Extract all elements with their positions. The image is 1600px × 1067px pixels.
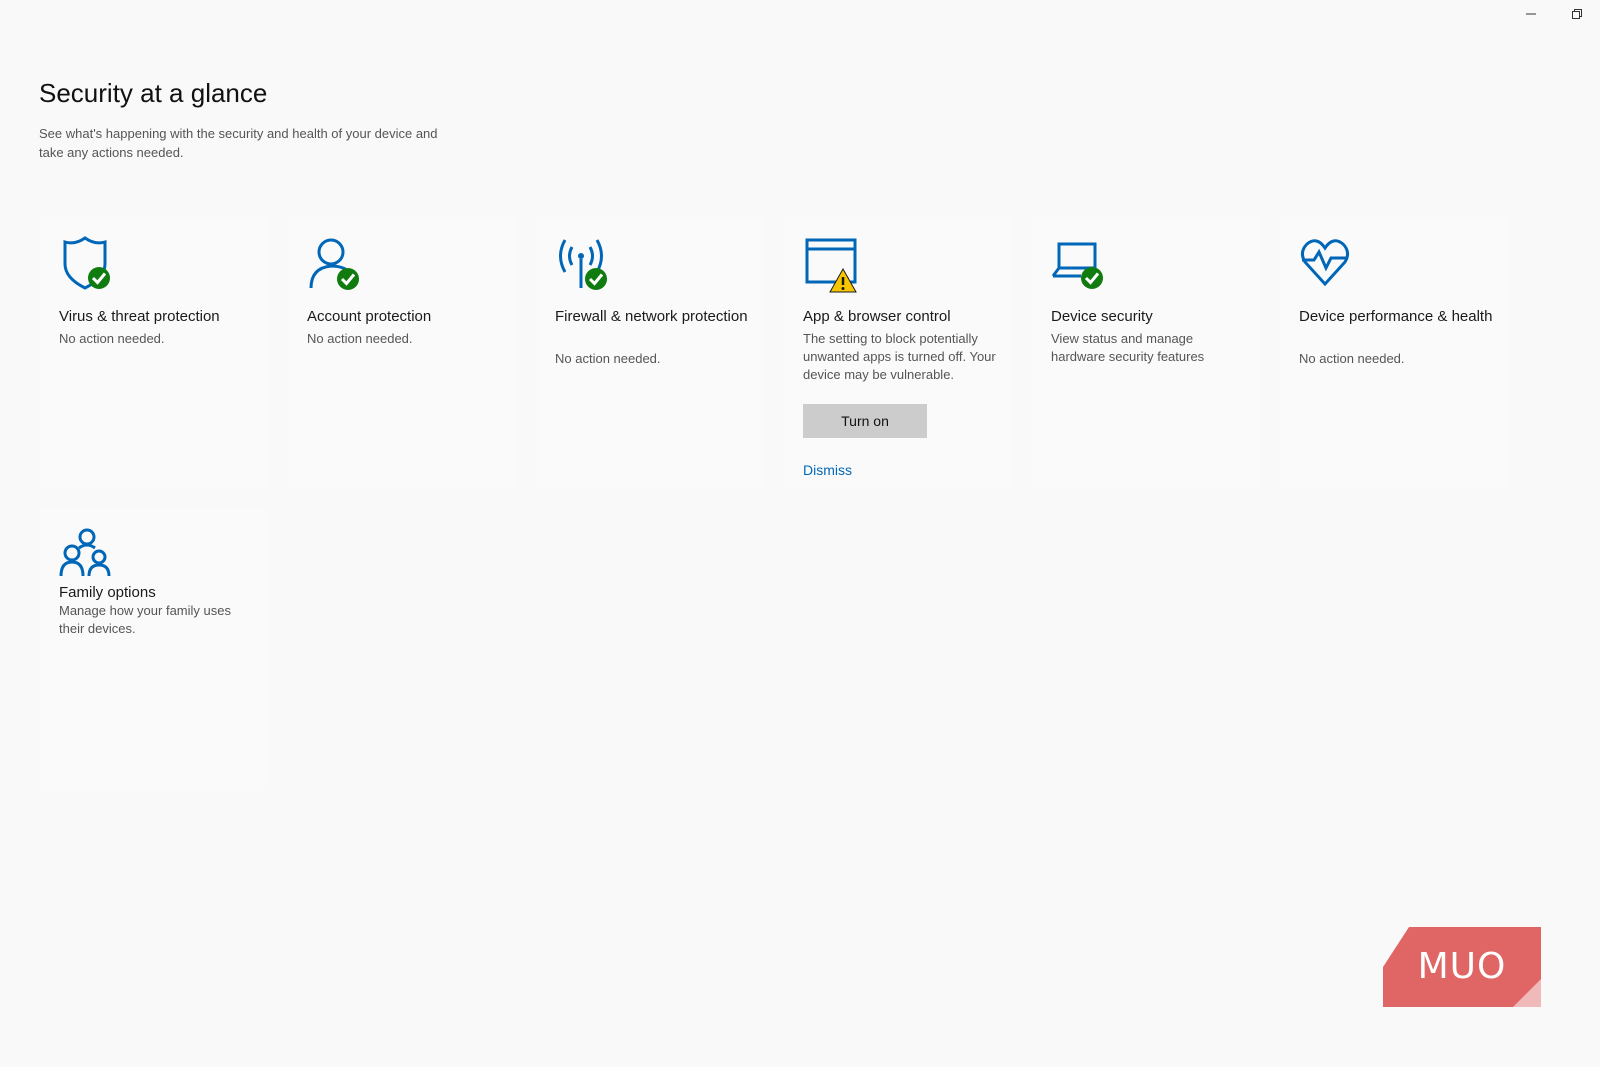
tile-title: Device security xyxy=(1051,308,1153,325)
window-controls xyxy=(1508,0,1600,28)
network-check-icon xyxy=(555,236,611,292)
tile-title: Virus & threat protection xyxy=(59,308,220,325)
page-title: Security at a glance xyxy=(39,78,268,108)
tile-app-browser-control[interactable]: App & browser control The setting to blo… xyxy=(783,218,1011,486)
laptop-check-icon xyxy=(1051,236,1107,292)
tile-title: Family options xyxy=(59,584,156,601)
tile-description: No action needed. xyxy=(307,331,413,346)
family-icon xyxy=(59,526,115,582)
shield-check-icon xyxy=(59,236,115,292)
muo-logo-text: MUO xyxy=(1417,946,1507,987)
tile-account-protection[interactable]: Account protection No action needed. xyxy=(287,218,515,486)
muo-logo: MUO xyxy=(1383,927,1541,1007)
tile-description: No action needed. xyxy=(555,351,661,366)
tile-device-performance-health[interactable]: Device performance & health No action ne… xyxy=(1279,218,1507,486)
tile-title: App & browser control xyxy=(803,308,951,325)
tile-description: The setting to block potentially unwante… xyxy=(803,331,996,382)
tile-family-options[interactable]: Family options Manage how your family us… xyxy=(39,508,267,786)
tile-description: No action needed. xyxy=(59,331,165,346)
tile-virus-threat-protection[interactable]: Virus & threat protection No action need… xyxy=(39,218,267,486)
tile-title: Device performance & health xyxy=(1299,308,1493,325)
tile-description: Manage how your family uses their device… xyxy=(59,603,231,636)
page-subtitle: See what's happening with the security a… xyxy=(39,126,438,160)
tile-title: Firewall & network protection xyxy=(555,308,748,325)
tile-device-security[interactable]: Device security View status and manage h… xyxy=(1031,218,1259,486)
tile-description: No action needed. xyxy=(1299,351,1405,366)
turn-on-button[interactable]: Turn on xyxy=(803,404,927,438)
restore-icon[interactable] xyxy=(1554,0,1600,28)
tile-description: View status and manage hardware security… xyxy=(1051,331,1205,364)
tile-title: Account protection xyxy=(307,308,432,325)
minimize-icon[interactable] xyxy=(1508,0,1554,28)
browser-warning-icon xyxy=(803,236,859,293)
tile-firewall-network-protection[interactable]: Firewall & network protection No action … xyxy=(535,218,763,486)
dismiss-link[interactable]: Dismiss xyxy=(803,462,852,478)
account-check-icon xyxy=(307,236,363,292)
heart-pulse-icon xyxy=(1299,236,1355,292)
